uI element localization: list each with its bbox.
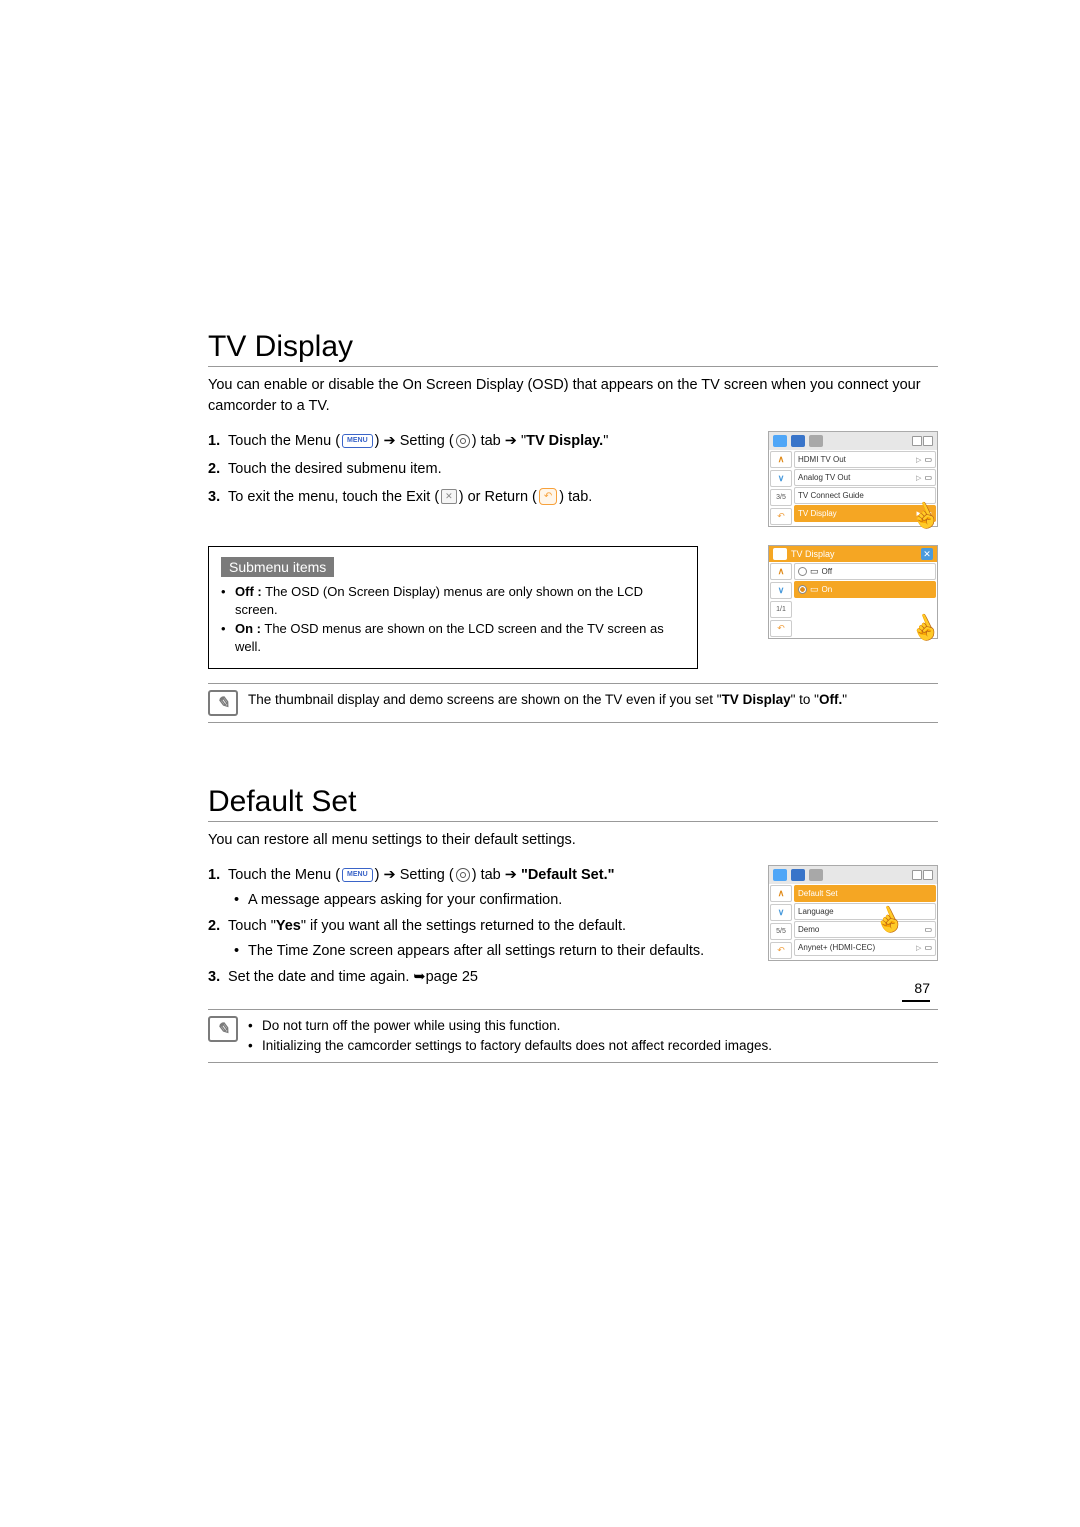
section-title-default-set: Default Set bbox=[208, 785, 938, 822]
step-2-tv: Touch the desired submenu item. bbox=[208, 459, 746, 481]
header-gear-icon bbox=[809, 435, 823, 447]
menu-icon: MENU bbox=[342, 434, 373, 449]
step-1-tv: Touch the Menu (MENU) ➔ Setting () tab ➔… bbox=[208, 431, 746, 453]
list-item-selected[interactable]: TV Display▸ ▭ bbox=[794, 505, 936, 522]
page-number: 87 bbox=[902, 980, 930, 1002]
exit-icon: ✕ bbox=[441, 489, 457, 505]
scroll-up-button[interactable]: ∧ bbox=[770, 451, 792, 468]
step-1-default: Touch the Menu (MENU) ➔ Setting () tab ➔… bbox=[208, 865, 746, 910]
list-item-selected[interactable]: Default Set bbox=[794, 885, 936, 902]
step-2-sub: The Time Zone screen appears after all s… bbox=[228, 941, 746, 961]
step-1-sub: A message appears asking for your confir… bbox=[228, 890, 746, 910]
screenshot-tv-display-options: TV Display ✕ ∧ ∨ 1/1 ↶ ▭Off ▭On bbox=[768, 545, 938, 639]
gear-icon bbox=[456, 434, 470, 448]
step-3-tv: To exit the menu, touch the Exit (✕) or … bbox=[208, 487, 746, 509]
section-title-tv-display: TV Display bbox=[208, 330, 938, 367]
page-indicator: 5/5 bbox=[770, 923, 792, 940]
list-item[interactable]: TV Connect Guide bbox=[794, 487, 936, 504]
battery-icon bbox=[912, 436, 933, 446]
option-on[interactable]: ▭On bbox=[794, 581, 936, 598]
list-item[interactable]: Language bbox=[794, 903, 936, 920]
header-gear-icon bbox=[809, 869, 823, 881]
intro-tv-display: You can enable or disable the On Screen … bbox=[208, 375, 938, 417]
header-play-icon bbox=[773, 435, 787, 447]
header-tab-icon bbox=[791, 869, 805, 881]
submenu-label: Submenu items bbox=[221, 557, 334, 577]
scroll-up-button[interactable]: ∧ bbox=[770, 885, 792, 902]
dialog-title: TV Display bbox=[791, 549, 835, 559]
scroll-down-button[interactable]: ∨ bbox=[770, 904, 792, 921]
screenshot-default-set: ∧ ∨ 5/5 ↶ Default Set Language Demo▭ Any… bbox=[768, 865, 938, 961]
scroll-down-button[interactable]: ∨ bbox=[770, 582, 792, 599]
step-2-default: Touch "Yes" if you want all the settings… bbox=[208, 916, 746, 961]
note-tv-display: ✎ The thumbnail display and demo screens… bbox=[208, 683, 938, 723]
step-3-default: Set the date and time again. ➥page 25 bbox=[208, 967, 746, 989]
screenshot-settings-list: ∧ ∨ 3/5 ↶ HDMI TV Out▷▭ Analog TV Out▷▭ … bbox=[768, 431, 938, 527]
note-item: Initializing the camcorder settings to f… bbox=[248, 1036, 772, 1056]
note-icon: ✎ bbox=[208, 690, 238, 716]
return-button[interactable]: ↶ bbox=[770, 620, 792, 637]
close-icon[interactable]: ✕ bbox=[921, 548, 933, 560]
intro-default-set: You can restore all menu settings to the… bbox=[208, 830, 938, 851]
gear-icon bbox=[456, 868, 470, 882]
scroll-up-button[interactable]: ∧ bbox=[770, 563, 792, 580]
header-tab-icon bbox=[791, 435, 805, 447]
return-icon: ↶ bbox=[539, 488, 557, 505]
menu-icon: MENU bbox=[342, 868, 373, 883]
battery-icon bbox=[912, 870, 933, 880]
scroll-down-button[interactable]: ∨ bbox=[770, 470, 792, 487]
list-item[interactable]: Analog TV Out▷▭ bbox=[794, 469, 936, 486]
header-play-icon bbox=[773, 869, 787, 881]
return-button[interactable]: ↶ bbox=[770, 508, 792, 525]
return-button[interactable]: ↶ bbox=[770, 942, 792, 959]
submenu-box: Submenu items Off : The OSD (On Screen D… bbox=[208, 546, 698, 669]
note-icon: ✎ bbox=[208, 1016, 238, 1042]
gear-icon bbox=[773, 548, 787, 560]
page-indicator: 1/1 bbox=[770, 601, 792, 618]
list-item[interactable]: Demo▭ bbox=[794, 921, 936, 938]
option-off[interactable]: ▭Off bbox=[794, 563, 936, 580]
submenu-off: Off : The OSD (On Screen Display) menus … bbox=[221, 583, 685, 619]
note-item: Do not turn off the power while using th… bbox=[248, 1016, 772, 1036]
page-indicator: 3/5 bbox=[770, 489, 792, 506]
list-item[interactable]: Anynet+ (HDMI-CEC)▷▭ bbox=[794, 939, 936, 956]
submenu-on: On : The OSD menus are shown on the LCD … bbox=[221, 620, 685, 656]
note-default-set: ✎ Do not turn off the power while using … bbox=[208, 1009, 938, 1064]
list-item[interactable]: HDMI TV Out▷▭ bbox=[794, 451, 936, 468]
